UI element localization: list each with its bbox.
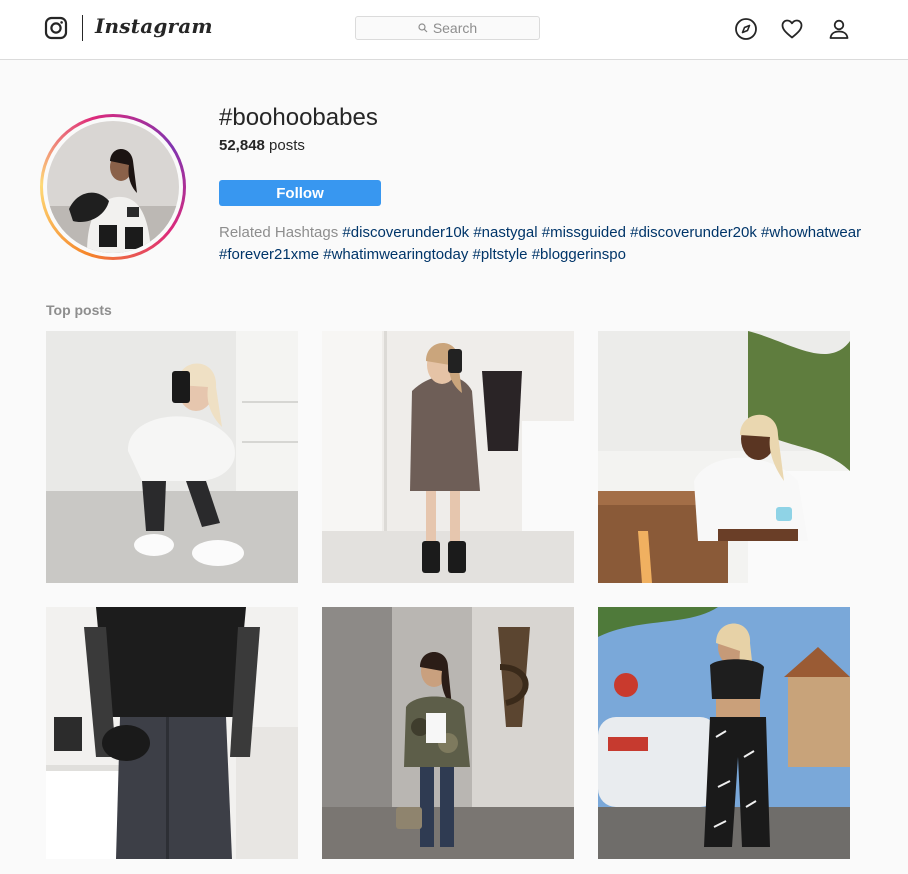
post-thumbnail[interactable] <box>322 607 574 859</box>
post-count-suffix: posts <box>264 137 305 154</box>
related-tag-link[interactable]: #bloggerinspo <box>532 246 626 263</box>
related-tag-link[interactable]: #forever21xme <box>219 246 319 263</box>
instagram-wordmark[interactable]: Instagram <box>95 14 213 38</box>
post-thumbnail[interactable] <box>598 607 850 859</box>
profile-person-icon[interactable] <box>827 17 851 41</box>
hashtag-avatar-image[interactable] <box>47 121 179 253</box>
top-nav: Instagram Search <box>0 0 908 60</box>
hashtag-title: #boohoobabes <box>219 104 378 131</box>
top-posts-grid <box>46 331 850 859</box>
search-icon <box>418 23 428 33</box>
logo-divider <box>82 15 83 41</box>
related-tag-link[interactable]: #discoverunder10k <box>342 224 469 241</box>
top-posts-label: Top posts <box>46 302 112 318</box>
related-tag-link[interactable]: #missguided <box>542 224 626 241</box>
post-thumbnail[interactable] <box>322 331 574 583</box>
search-placeholder: Search <box>432 20 478 36</box>
related-tag-link[interactable]: #whowhatwear <box>761 224 861 241</box>
hashtag-avatar-ring <box>40 114 186 260</box>
related-tag-link[interactable]: #pltstyle <box>472 246 527 263</box>
post-count: 52,848 posts <box>219 137 305 154</box>
instagram-camera-icon[interactable] <box>44 16 68 40</box>
post-thumbnail[interactable] <box>46 607 298 859</box>
post-count-number: 52,848 <box>219 137 265 154</box>
related-tag-link[interactable]: #whatimwearingtoday <box>323 246 468 263</box>
follow-button[interactable]: Follow <box>219 180 381 206</box>
related-tag-link[interactable]: #discoverunder20k <box>630 224 757 241</box>
search-input[interactable]: Search <box>355 16 540 40</box>
related-hashtags-label: Related Hashtags <box>219 224 339 241</box>
explore-compass-icon[interactable] <box>734 17 758 41</box>
activity-heart-icon[interactable] <box>780 17 804 41</box>
related-hashtags: Related Hashtags #discoverunder10k #nast… <box>219 222 899 266</box>
post-thumbnail[interactable] <box>598 331 850 583</box>
post-thumbnail[interactable] <box>46 331 298 583</box>
related-tag-link[interactable]: #nastygal <box>473 224 537 241</box>
